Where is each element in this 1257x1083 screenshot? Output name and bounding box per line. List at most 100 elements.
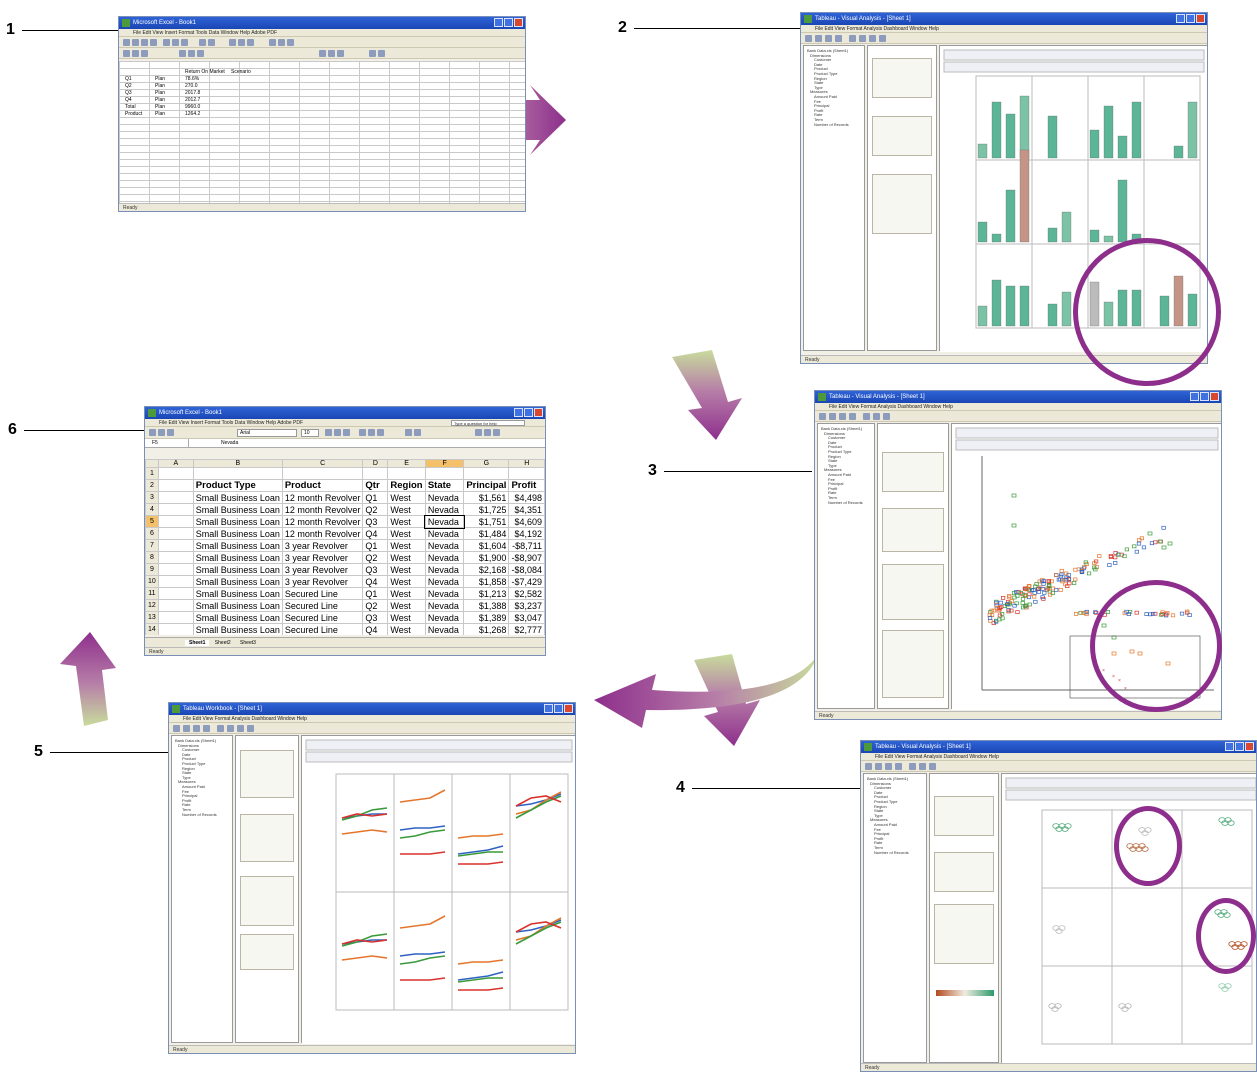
cell[interactable]: West bbox=[387, 491, 426, 504]
cell[interactable]: Small Business Loan bbox=[192, 623, 283, 635]
cell[interactable]: Plan bbox=[155, 111, 185, 118]
cell[interactable]: Product Type bbox=[192, 479, 283, 492]
maximize-button[interactable] bbox=[524, 408, 533, 417]
maximize-button[interactable] bbox=[1200, 392, 1209, 401]
field-item[interactable]: Number of Records bbox=[807, 122, 849, 128]
minimize-button[interactable] bbox=[494, 18, 503, 27]
help-search-input[interactable]: Type a question for help bbox=[451, 420, 525, 426]
font-size-select[interactable]: 10 bbox=[301, 429, 319, 437]
cell[interactable]: Plan bbox=[155, 76, 185, 83]
cell[interactable]: $3,047 bbox=[508, 611, 545, 624]
cell[interactable]: $4,498 bbox=[508, 491, 545, 504]
cell[interactable]: Secured Line bbox=[281, 599, 364, 612]
cell[interactable] bbox=[157, 479, 194, 492]
cell[interactable]: Nevada bbox=[424, 551, 465, 564]
cell[interactable]: 12 month Revolver bbox=[281, 503, 364, 516]
cell[interactable]: Scenario bbox=[231, 69, 277, 76]
cell[interactable]: $1,389 bbox=[463, 611, 510, 624]
cell[interactable]: $4,351 bbox=[508, 503, 545, 516]
row-number[interactable]: 14 bbox=[145, 623, 159, 635]
row-number[interactable]: 3 bbox=[145, 491, 159, 504]
column-header[interactable]: H bbox=[508, 459, 545, 468]
cell[interactable]: Small Business Loan bbox=[192, 551, 283, 564]
cell[interactable]: Q1 bbox=[362, 491, 389, 504]
cell[interactable]: Nevada bbox=[424, 587, 465, 600]
minimize-button[interactable] bbox=[1225, 742, 1234, 751]
row-number[interactable]: 8 bbox=[145, 551, 159, 564]
cell[interactable]: Q1 bbox=[362, 539, 389, 552]
cell[interactable] bbox=[157, 587, 194, 600]
column-header[interactable]: D bbox=[362, 459, 389, 468]
cell[interactable]: -$8,907 bbox=[508, 551, 545, 564]
cell[interactable]: 3 year Revolver bbox=[281, 575, 364, 588]
column-header[interactable]: C bbox=[281, 459, 364, 468]
cell[interactable] bbox=[157, 623, 194, 635]
cell[interactable]: Qtr bbox=[362, 479, 389, 492]
row-number[interactable]: 10 bbox=[145, 575, 159, 588]
cell[interactable]: Total bbox=[125, 104, 155, 111]
cell[interactable]: -$8,711 bbox=[508, 539, 545, 552]
column-header[interactable]: A bbox=[157, 459, 194, 468]
minimize-button[interactable] bbox=[1190, 392, 1199, 401]
cell[interactable]: West bbox=[387, 527, 426, 540]
cell[interactable]: $1,900 bbox=[463, 551, 510, 564]
cell[interactable]: Nevada bbox=[424, 491, 465, 504]
cell[interactable]: $4,609 bbox=[508, 515, 545, 528]
cell[interactable]: 3 year Revolver bbox=[281, 563, 364, 576]
cell[interactable]: $3,237 bbox=[508, 599, 545, 612]
cell[interactable]: Small Business Loan bbox=[192, 491, 283, 504]
cell[interactable]: Principal bbox=[463, 479, 510, 492]
cell[interactable]: Q4 bbox=[125, 97, 155, 104]
cell[interactable]: Q2 bbox=[362, 599, 389, 612]
menu-bar[interactable]: File Edit View Format Analysis Dashboard… bbox=[815, 403, 1221, 411]
spreadsheet-grid[interactable]: A B C D E F G H 1 2 Product Type Product Qtr Region St… bbox=[145, 459, 545, 635]
cell[interactable] bbox=[157, 611, 194, 624]
name-box[interactable]: F5 bbox=[149, 439, 189, 448]
cell[interactable] bbox=[157, 599, 194, 612]
cell[interactable] bbox=[155, 69, 185, 76]
cell[interactable]: $1,388 bbox=[463, 599, 510, 612]
cell[interactable]: Q3 bbox=[362, 611, 389, 624]
row-number[interactable]: 12 bbox=[145, 599, 159, 612]
cell[interactable]: Nevada bbox=[424, 623, 465, 635]
column-header[interactable]: E bbox=[387, 459, 426, 468]
cell[interactable]: Plan bbox=[155, 97, 185, 104]
cell[interactable]: Small Business Loan bbox=[192, 527, 283, 540]
cell[interactable] bbox=[231, 90, 277, 97]
minimize-button[interactable] bbox=[544, 704, 553, 713]
cell[interactable] bbox=[192, 467, 283, 480]
row-number[interactable]: 2 bbox=[145, 479, 159, 492]
cell[interactable]: Small Business Loan bbox=[192, 539, 283, 552]
cell[interactable]: Secured Line bbox=[281, 623, 364, 635]
cell[interactable]: Region bbox=[387, 479, 426, 492]
cell[interactable]: Q1 bbox=[362, 587, 389, 600]
cell[interactable]: 12 month Revolver bbox=[281, 527, 364, 540]
menu-bar[interactable]: File Edit View Insert Format Tools Data … bbox=[145, 419, 545, 427]
cell[interactable]: 2012.7 bbox=[185, 97, 231, 104]
cell[interactable]: $2,582 bbox=[508, 587, 545, 600]
close-button[interactable] bbox=[534, 408, 543, 417]
cell[interactable]: 78.6% bbox=[185, 76, 231, 83]
cell[interactable]: Product bbox=[125, 111, 155, 118]
column-header[interactable]: B bbox=[192, 459, 283, 468]
cell[interactable] bbox=[231, 111, 277, 118]
cell[interactable]: Small Business Loan bbox=[192, 575, 283, 588]
cell[interactable]: Nevada bbox=[424, 514, 465, 529]
font-name-select[interactable]: Arial bbox=[237, 429, 297, 437]
menu-bar[interactable]: File Edit View Format Analysis Dashboard… bbox=[169, 715, 575, 723]
sheet-tab-3[interactable]: Sheet3 bbox=[236, 640, 260, 646]
cell[interactable]: Plan bbox=[155, 90, 185, 97]
cell[interactable]: Q4 bbox=[362, 527, 389, 540]
cell[interactable]: West bbox=[387, 515, 426, 528]
cell[interactable]: $4,192 bbox=[508, 527, 545, 540]
cell[interactable]: Q3 bbox=[362, 515, 389, 528]
cell[interactable]: Small Business Loan bbox=[192, 515, 283, 528]
cell[interactable] bbox=[157, 467, 194, 480]
row-number[interactable]: 6 bbox=[145, 527, 159, 540]
maximize-button[interactable] bbox=[1186, 14, 1195, 23]
cell[interactable]: Plan bbox=[155, 83, 185, 90]
cell[interactable]: Return On Market bbox=[185, 69, 231, 76]
sheet-tab-1[interactable]: Sheet1 bbox=[185, 640, 210, 646]
cell[interactable]: 2017.8 bbox=[185, 90, 231, 97]
cell[interactable] bbox=[157, 575, 194, 588]
